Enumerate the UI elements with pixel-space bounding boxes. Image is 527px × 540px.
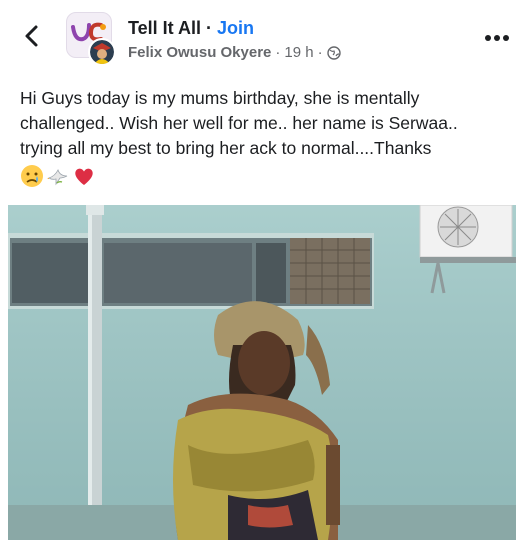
more-options-button[interactable]: [484, 30, 510, 41]
author-name-link[interactable]: Felix Owusu Okyere: [128, 44, 271, 61]
meta-separator: ·: [275, 44, 281, 61]
post-text-line: challenged.. Wish her well for me.. her …: [20, 113, 458, 133]
sad-but-relieved-face-emoji: [21, 165, 43, 187]
chevron-left-icon: [25, 25, 38, 47]
post-body: Hi Guys today is my mums birthday, she i…: [20, 86, 515, 161]
back-button[interactable]: [20, 22, 44, 50]
post-title-line: Tell It All · Join: [128, 18, 254, 39]
post-emojis: [20, 164, 96, 190]
post-photo[interactable]: [8, 205, 516, 540]
post-time[interactable]: 19 h: [284, 44, 313, 61]
post-text-line: trying all my best to bring her ack to n…: [20, 138, 432, 158]
post-header: Tell It All · Join Felix Owusu Okyere · …: [0, 0, 527, 78]
user-avatar-icon: [90, 40, 114, 64]
user-avatar[interactable]: [88, 38, 116, 66]
post-photo-image: [8, 205, 516, 540]
join-link[interactable]: Join: [217, 18, 254, 38]
dove-emoji: [47, 168, 68, 186]
post-meta-line: Felix Owusu Okyere · 19 h ·: [128, 44, 341, 61]
meta-separator: ·: [317, 44, 323, 61]
avatar-group[interactable]: [66, 12, 118, 66]
post-text-line: Hi Guys today is my mums birthday, she i…: [20, 88, 420, 108]
more-dots-icon: [485, 35, 509, 41]
group-name-link[interactable]: Tell It All: [128, 18, 201, 38]
globe-icon[interactable]: [326, 45, 341, 60]
red-heart-emoji: [75, 168, 93, 185]
title-separator: ·: [206, 18, 213, 38]
